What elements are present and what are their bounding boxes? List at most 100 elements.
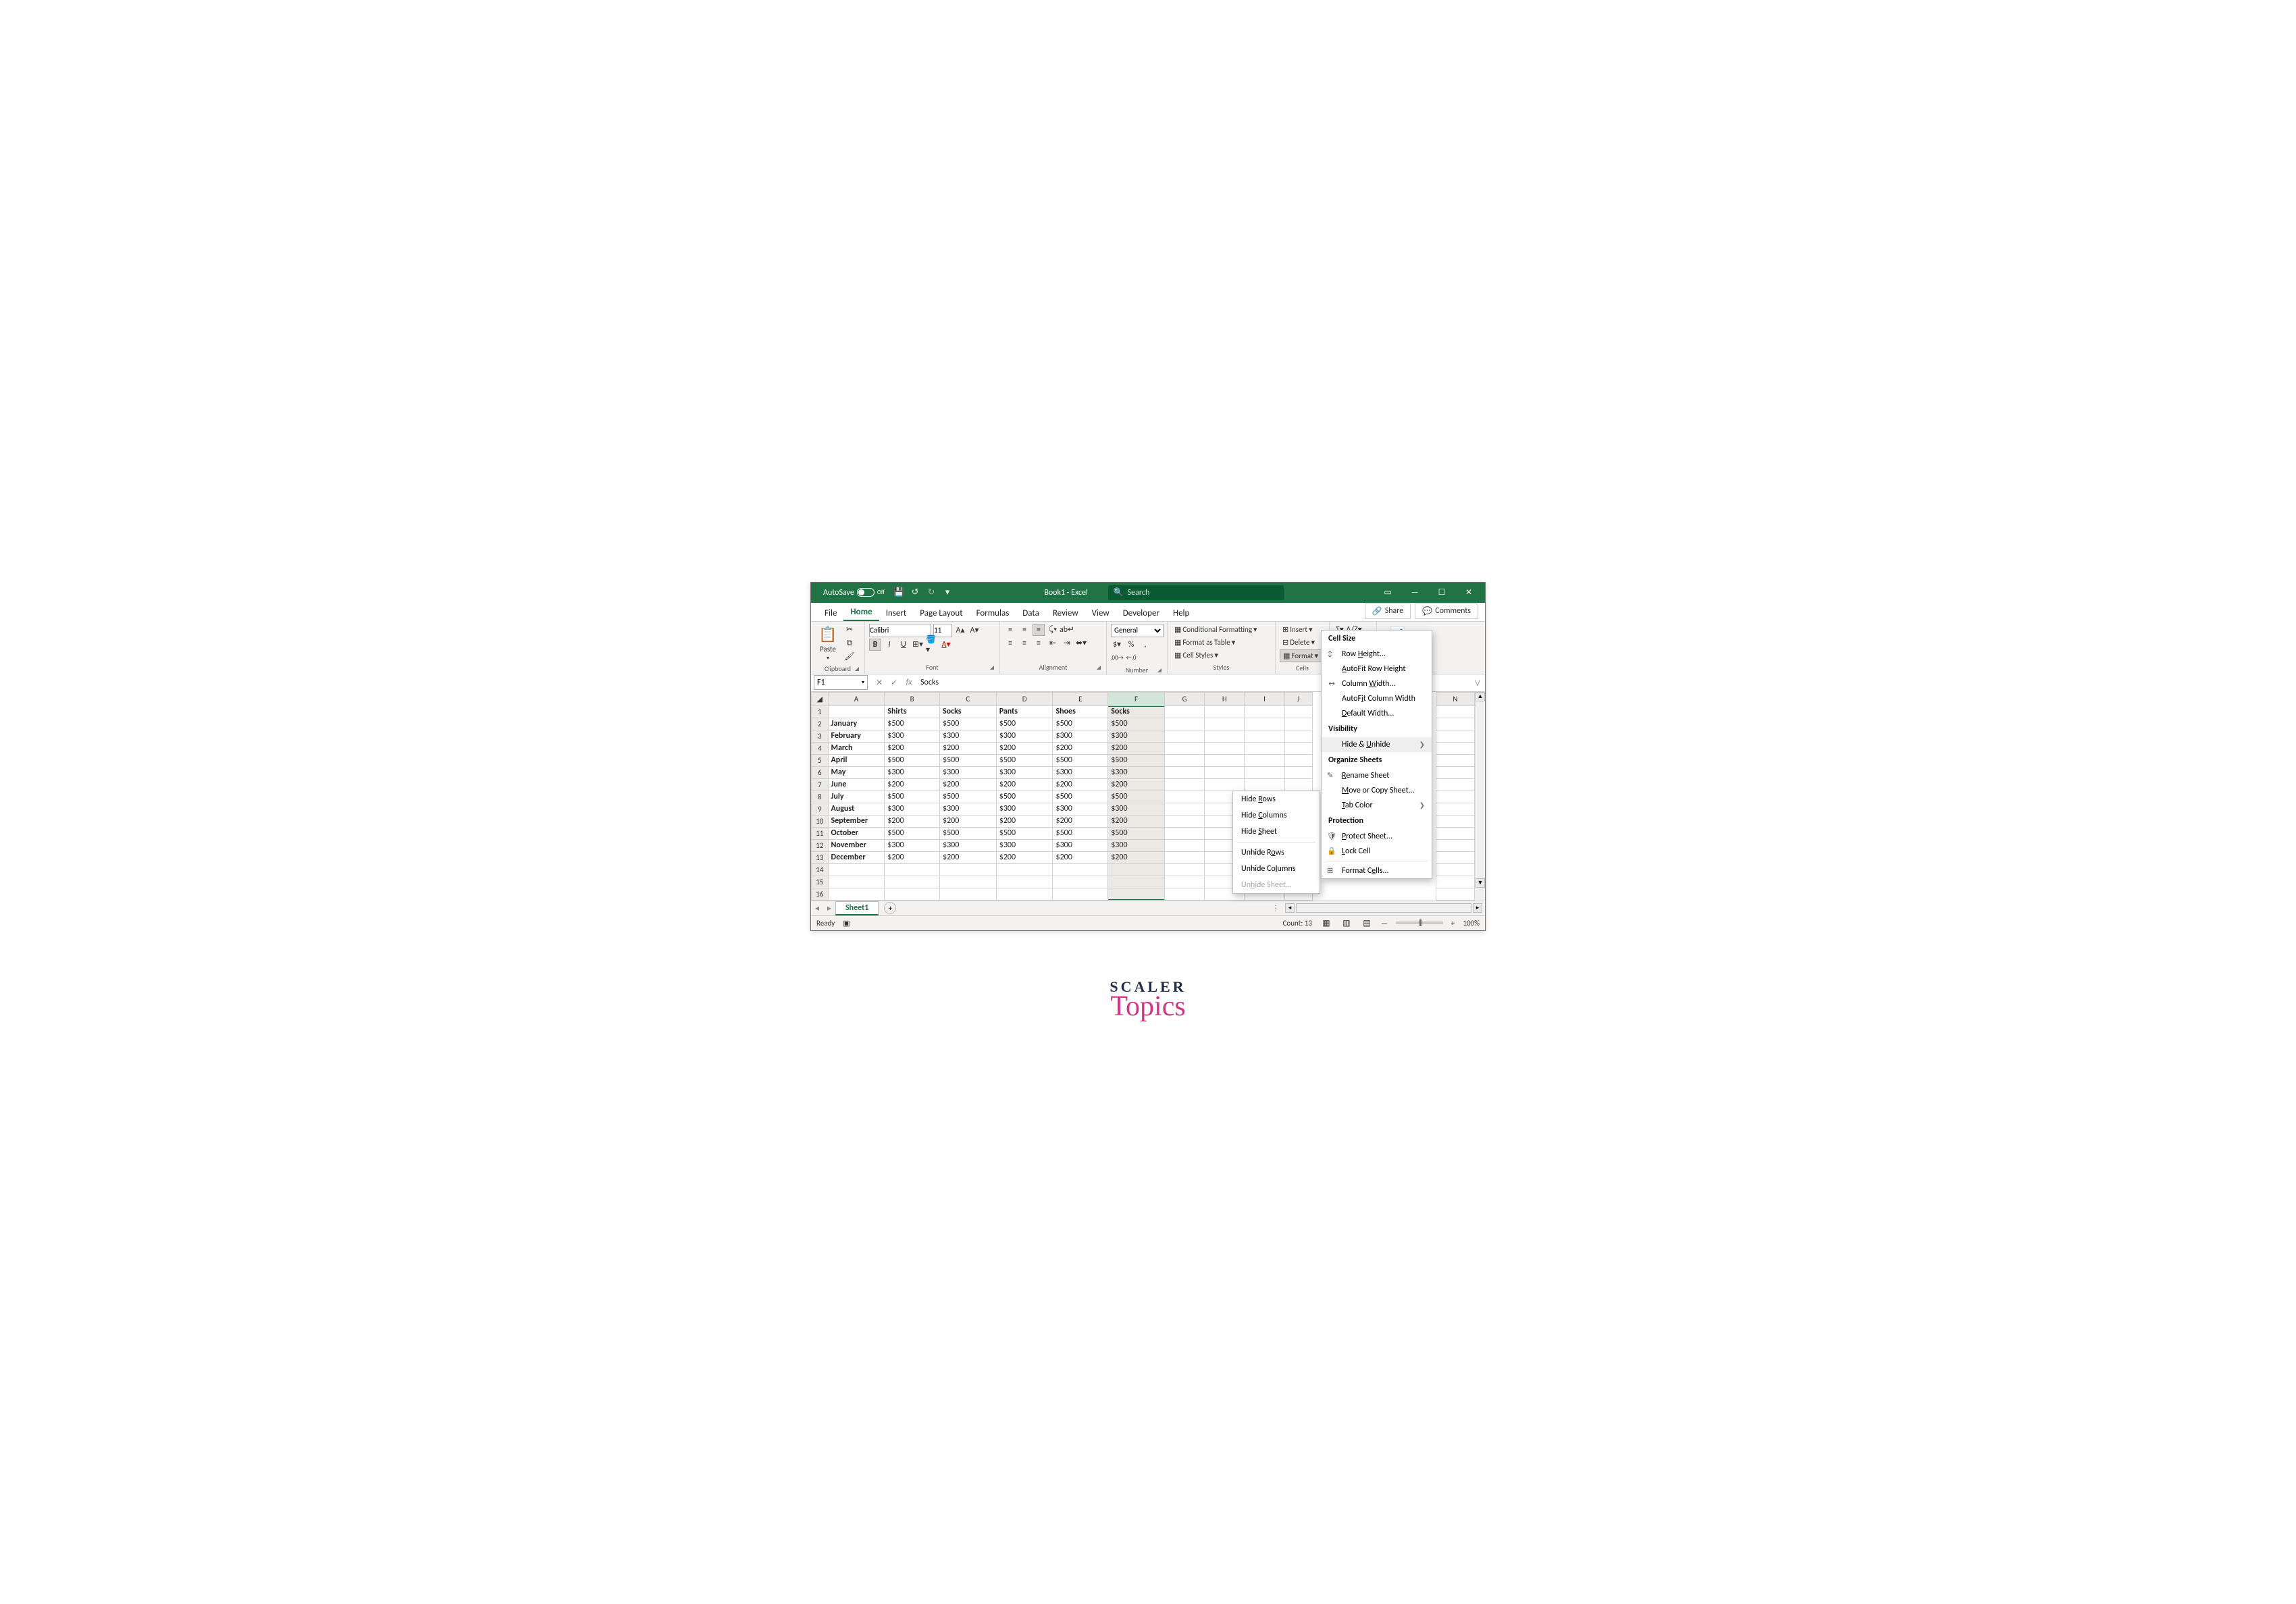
select-all-cell[interactable]: ◢ (812, 692, 829, 705)
cell[interactable] (1436, 754, 1474, 766)
cell[interactable] (828, 863, 885, 876)
view-page-layout-icon[interactable]: ▥ (1340, 917, 1353, 929)
cell[interactable]: March (828, 742, 885, 754)
cell[interactable]: $300 (996, 766, 1053, 778)
menu-default-width[interactable]: Default Width... (1322, 706, 1432, 721)
cell[interactable]: $200 (1053, 778, 1108, 791)
cell[interactable] (885, 876, 940, 888)
submenu-hide-columns[interactable]: Hide Columns (1233, 807, 1320, 824)
menu-rename-sheet[interactable]: ✎Rename Sheet (1322, 768, 1432, 783)
align-bottom-icon[interactable]: ≡ (1033, 624, 1045, 636)
cell[interactable]: $500 (996, 791, 1053, 803)
cell[interactable]: $200 (996, 851, 1053, 863)
align-left-icon[interactable]: ≡ (1004, 637, 1016, 649)
cell[interactable]: $300 (885, 803, 940, 815)
cell[interactable] (1205, 754, 1245, 766)
cell[interactable]: $200 (996, 742, 1053, 754)
cell[interactable] (1164, 876, 1204, 888)
cell[interactable]: $300 (996, 730, 1053, 742)
cell[interactable] (885, 863, 940, 876)
row-header-4[interactable]: 4 (812, 742, 829, 754)
cell[interactable] (1436, 705, 1474, 718)
menu-autofit-row-height[interactable]: AutoFit Row Height (1322, 662, 1432, 676)
cell[interactable]: $500 (996, 754, 1053, 766)
menu-tab-color[interactable]: Tab Color❯ (1322, 798, 1432, 813)
tab-view[interactable]: View (1085, 606, 1116, 621)
macro-record-icon[interactable]: ▣ (843, 919, 850, 928)
paste-button[interactable]: 📋 Paste ▾ (815, 624, 841, 663)
cell[interactable] (1436, 803, 1474, 815)
cell[interactable]: February (828, 730, 885, 742)
row-header-14[interactable]: 14 (812, 863, 829, 876)
cell[interactable]: Socks (1108, 705, 1165, 718)
cell[interactable]: $500 (1108, 718, 1165, 730)
minimize-button[interactable]: — (1401, 583, 1428, 603)
cell[interactable]: $300 (996, 839, 1053, 851)
column-header-F[interactable]: F (1108, 692, 1165, 705)
scroll-up-button[interactable]: ▲ (1476, 692, 1485, 701)
cell[interactable] (1164, 718, 1204, 730)
cell[interactable]: $200 (1108, 851, 1165, 863)
zoom-slider[interactable] (1396, 921, 1443, 924)
cell[interactable] (1164, 815, 1204, 827)
cell[interactable] (939, 888, 996, 900)
cell[interactable] (1164, 827, 1204, 839)
column-header-N[interactable]: N (1436, 692, 1474, 705)
cell[interactable]: $300 (939, 839, 996, 851)
cut-icon[interactable]: ✂ (843, 624, 856, 636)
cell[interactable]: $200 (939, 778, 996, 791)
row-header-13[interactable]: 13 (812, 851, 829, 863)
submenu-hide-sheet[interactable]: Hide Sheet (1233, 824, 1320, 840)
row-header-2[interactable]: 2 (812, 718, 829, 730)
search-bar[interactable]: 🔍 Search (1108, 585, 1284, 600)
tab-developer[interactable]: Developer (1116, 606, 1166, 621)
cell[interactable] (1436, 742, 1474, 754)
cell[interactable]: December (828, 851, 885, 863)
save-icon[interactable]: 💾 (893, 587, 905, 599)
maximize-button[interactable]: ☐ (1428, 583, 1455, 603)
hscroll-left[interactable]: ◂ (1285, 903, 1295, 913)
align-top-icon[interactable]: ≡ (1004, 624, 1016, 636)
cell[interactable]: November (828, 839, 885, 851)
borders-button[interactable]: ⊞▾ (912, 639, 924, 651)
cell[interactable] (939, 863, 996, 876)
bold-button[interactable]: B (869, 639, 881, 651)
cell[interactable]: $500 (939, 718, 996, 730)
cell[interactable] (1205, 718, 1245, 730)
ribbon-display-icon[interactable]: ▭ (1374, 583, 1401, 603)
cell[interactable] (1436, 815, 1474, 827)
row-header-12[interactable]: 12 (812, 839, 829, 851)
cell[interactable]: $500 (1053, 791, 1108, 803)
cell[interactable] (1436, 718, 1474, 730)
cell[interactable] (1205, 742, 1245, 754)
increase-indent-icon[interactable]: ⇥ (1061, 637, 1073, 649)
cell[interactable] (1284, 778, 1312, 791)
cell[interactable]: $300 (1108, 766, 1165, 778)
menu-autofit-column-width[interactable]: AutoFit Column Width (1322, 691, 1432, 706)
column-header-A[interactable]: A (828, 692, 885, 705)
cell[interactable]: October (828, 827, 885, 839)
cell[interactable] (1164, 851, 1204, 863)
row-header-7[interactable]: 7 (812, 778, 829, 791)
cell[interactable]: $200 (1053, 742, 1108, 754)
cell[interactable]: May (828, 766, 885, 778)
menu-move-copy[interactable]: Move or Copy Sheet... (1322, 783, 1432, 798)
cell[interactable]: August (828, 803, 885, 815)
row-header-6[interactable]: 6 (812, 766, 829, 778)
sheet-nav-next[interactable]: ▸ (823, 903, 835, 913)
cell[interactable]: $500 (939, 827, 996, 839)
submenu-hide-rows[interactable]: Hide Rows (1233, 791, 1320, 807)
cell[interactable] (1205, 766, 1245, 778)
cell[interactable] (939, 876, 996, 888)
comma-format-icon[interactable]: , (1139, 639, 1151, 651)
cell[interactable] (1108, 863, 1165, 876)
cell[interactable]: $500 (885, 754, 940, 766)
cell[interactable] (996, 863, 1053, 876)
cell[interactable]: $500 (939, 791, 996, 803)
fx-icon[interactable]: fx (902, 678, 916, 687)
cell[interactable]: $500 (1108, 827, 1165, 839)
cell[interactable] (828, 876, 885, 888)
view-normal-icon[interactable]: ▦ (1320, 917, 1332, 929)
insert-cells-button[interactable]: ⊞ Insert ▾ (1280, 624, 1315, 635)
cell[interactable] (1245, 730, 1284, 742)
